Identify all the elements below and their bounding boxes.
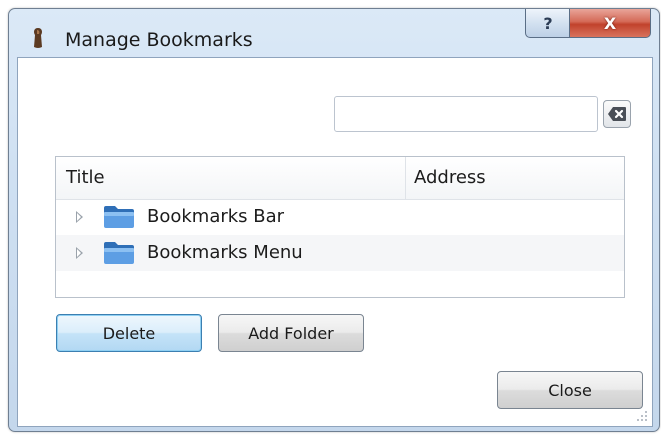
help-icon: ? [543,13,553,33]
manage-bookmarks-dialog: Manage Bookmarks ? X Title Address Bookm… [8,8,660,432]
folder-icon [104,242,134,264]
add-folder-button[interactable]: Add Folder [218,314,364,352]
clear-icon [608,107,626,121]
folder-icon [104,206,134,228]
expand-arrow-icon[interactable] [76,247,83,259]
window-close-button[interactable]: X [569,9,651,38]
app-icon [34,28,42,48]
tree-header: Title Address [56,157,624,200]
resize-grip-icon[interactable] [636,410,648,422]
search-input[interactable] [334,96,598,132]
tree-row-bookmarks-menu[interactable]: Bookmarks Menu [56,235,624,271]
close-icon: X [603,13,617,33]
tree-row-bookmarks-bar[interactable]: Bookmarks Bar [56,199,624,235]
window-title: Manage Bookmarks [65,29,253,51]
clear-search-button[interactable] [603,100,631,128]
tree-row-label: Bookmarks Menu [147,242,303,263]
expand-arrow-icon[interactable] [76,211,83,223]
tree-row-label: Bookmarks Bar [147,206,285,227]
help-button[interactable]: ? [525,9,571,38]
bookmarks-tree[interactable]: Title Address Bookmarks Bar Bookmarks Me… [55,156,625,298]
delete-button[interactable]: Delete [56,314,202,352]
dialog-body: Title Address Bookmarks Bar Bookmarks Me… [17,57,653,427]
column-header-address[interactable]: Address [406,157,624,199]
column-header-title[interactable]: Title [56,157,406,199]
title-bar[interactable]: Manage Bookmarks ? X [9,9,659,59]
close-button[interactable]: Close [497,371,643,409]
